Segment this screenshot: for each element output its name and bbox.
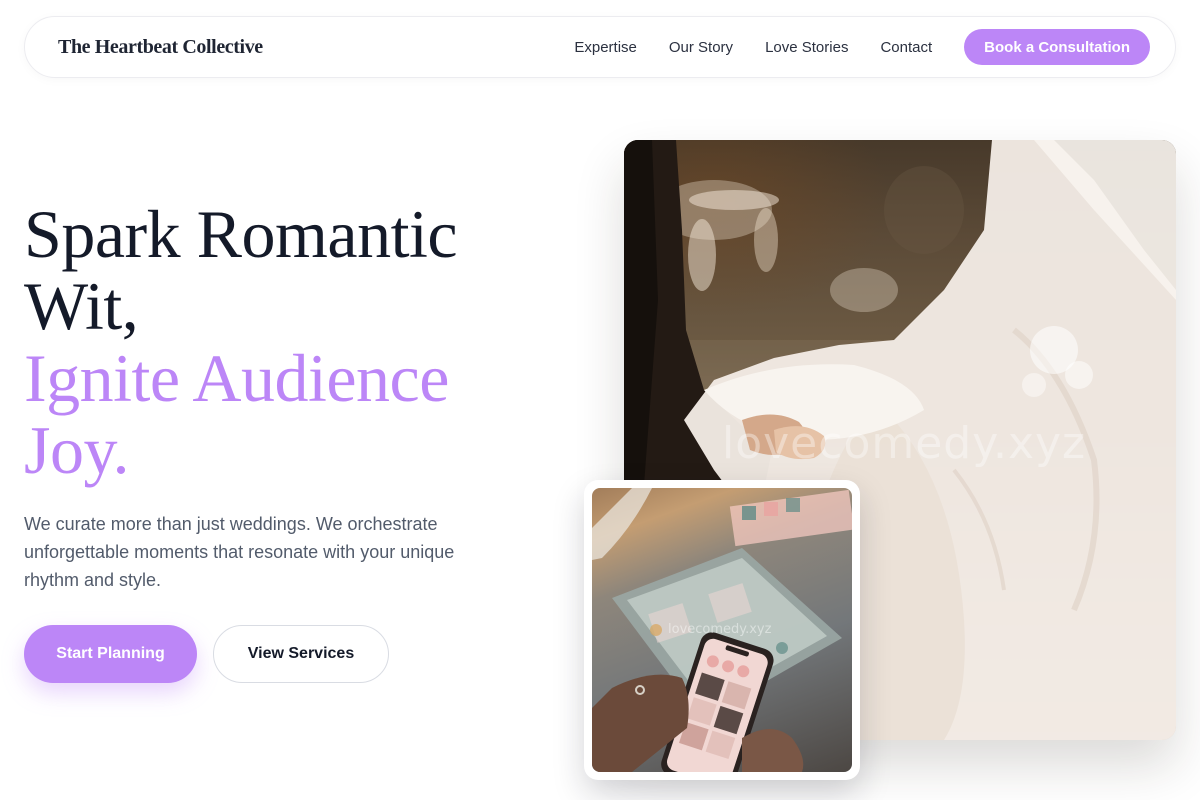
hero-title-accent-line-1: Ignite Audience: [24, 340, 449, 416]
phone-planning-photo: lovecomedy.xyz: [592, 488, 852, 772]
navbar: The Heartbeat Collective Expertise Our S…: [24, 16, 1176, 78]
hero-title-line-2: Wit,: [24, 268, 139, 344]
book-consultation-button[interactable]: Book a Consultation: [964, 29, 1150, 65]
phone-planning-illustration: [592, 488, 852, 772]
landing-page: The Heartbeat Collective Expertise Our S…: [0, 0, 1200, 800]
view-services-button[interactable]: View Services: [213, 625, 389, 683]
brand-logo[interactable]: The Heartbeat Collective: [58, 36, 263, 59]
nav-link-love-stories[interactable]: Love Stories: [765, 39, 848, 56]
start-planning-button[interactable]: Start Planning: [24, 625, 197, 683]
nav-link-expertise[interactable]: Expertise: [574, 39, 637, 56]
nav-links: Expertise Our Story Love Stories Contact: [574, 39, 932, 56]
hero-title-line-1: Spark Romantic: [24, 196, 458, 272]
hero-description: We curate more than just weddings. We or…: [24, 514, 455, 590]
hero-title-accent-line-2: Joy.: [24, 412, 130, 488]
nav-link-our-story[interactable]: Our Story: [669, 39, 733, 56]
nav-link-contact[interactable]: Contact: [880, 39, 932, 56]
inset-photo-card: lovecomedy.xyz: [584, 480, 860, 780]
hero-title: Spark Romantic Wit, Ignite Audience Joy.: [24, 198, 564, 486]
